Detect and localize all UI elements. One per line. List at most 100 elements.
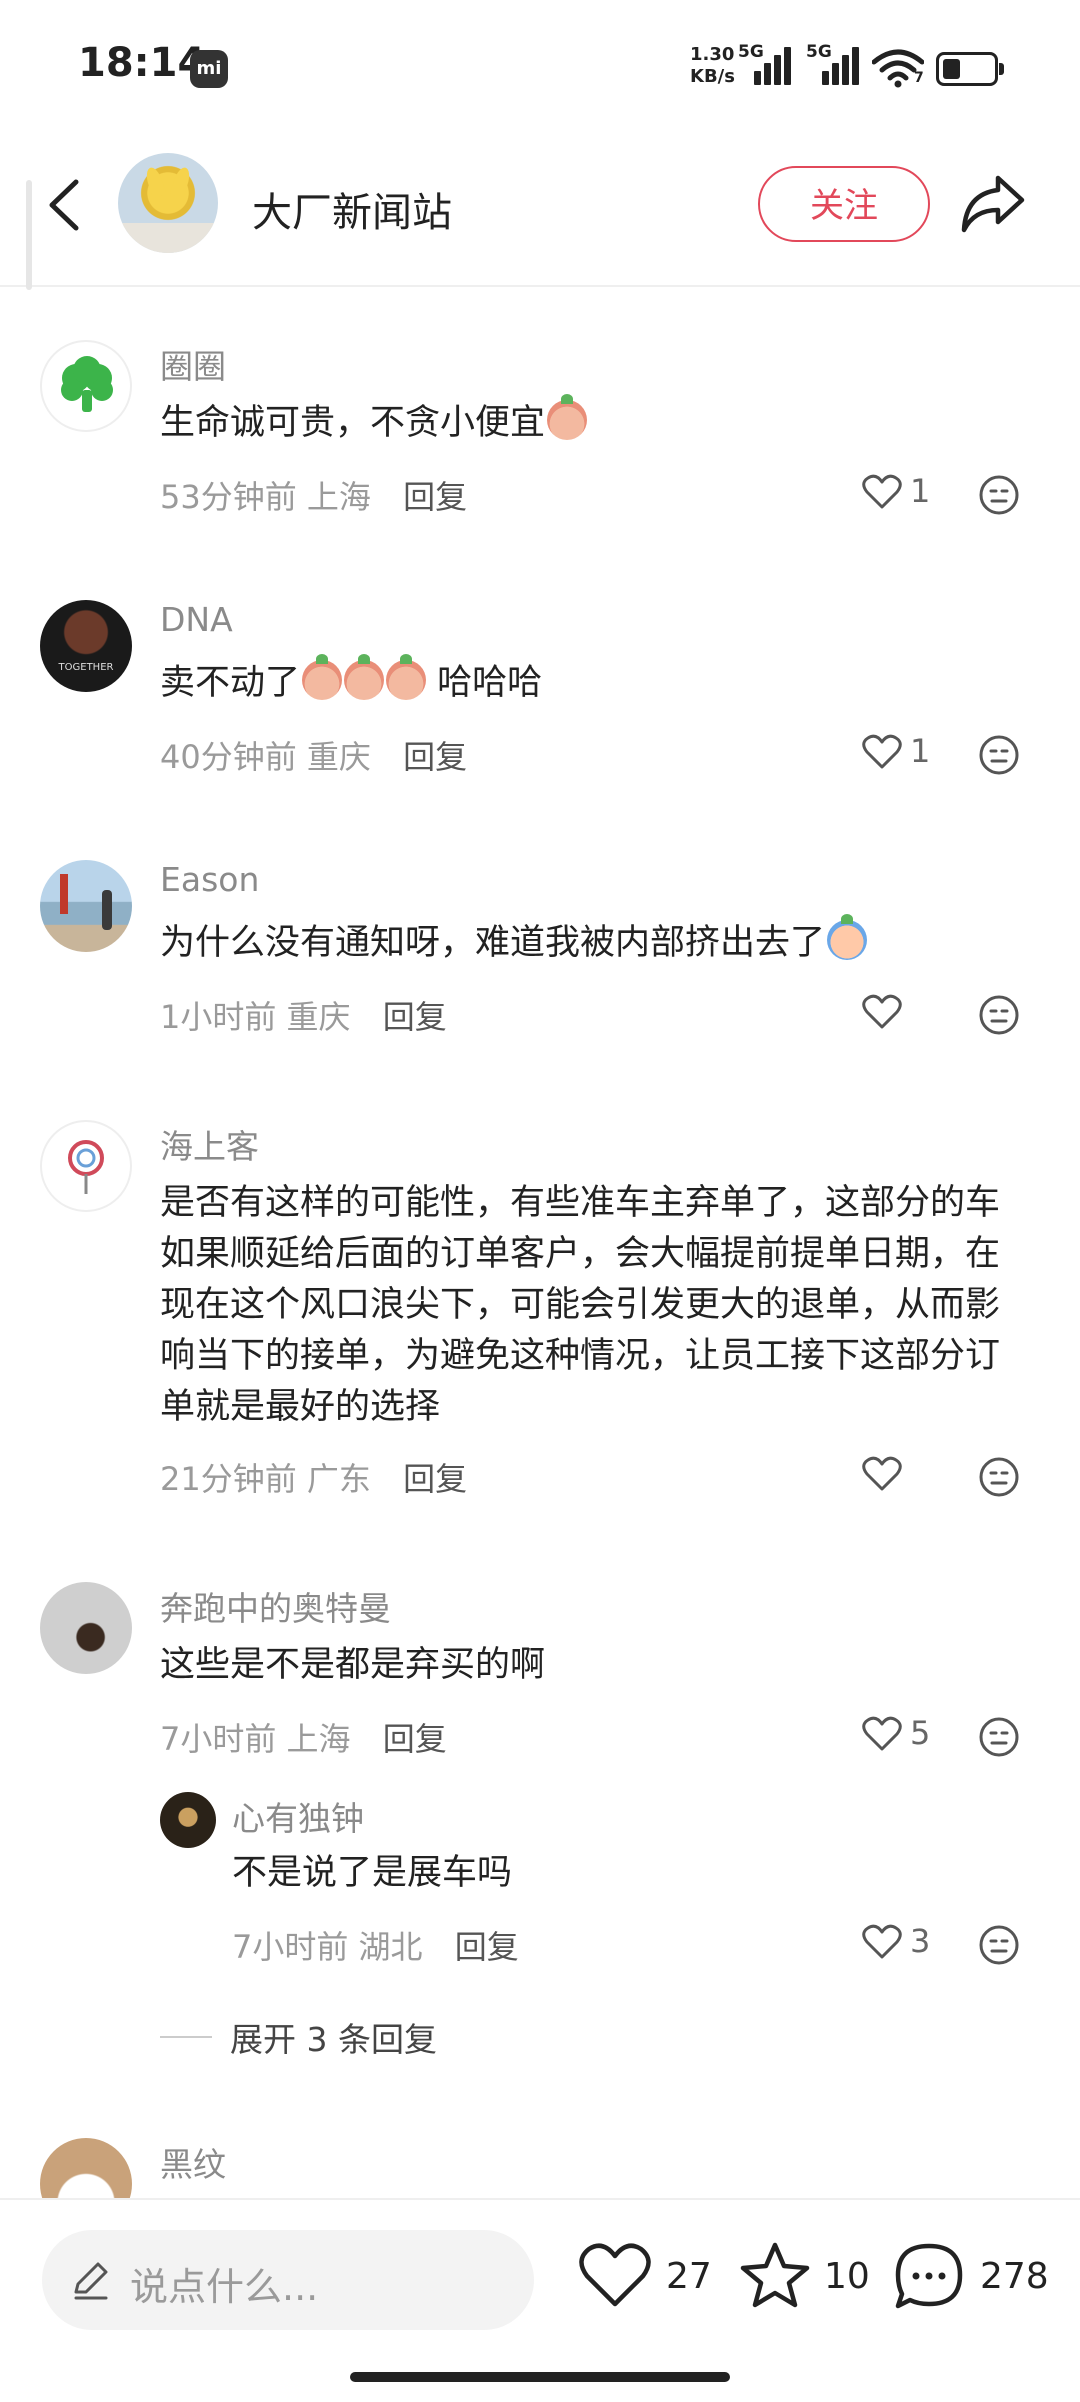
bottom-action-bar: 说点什么... 27 10 278 bbox=[0, 2198, 1080, 2402]
sub-reply-username[interactable]: 心有独钟 bbox=[232, 1792, 364, 1840]
comment-location: 上海 bbox=[286, 1720, 351, 1758]
sub-reply-text: 不是说了是展车吗 bbox=[232, 1853, 513, 1893]
comment-text: 卖不动了 哈哈哈 bbox=[160, 654, 1020, 709]
wifi-version-label: 7 bbox=[914, 70, 924, 86]
comment-username[interactable]: DNA bbox=[160, 600, 233, 639]
peach-emoji-icon bbox=[547, 394, 588, 440]
chat-bubble-icon bbox=[895, 2243, 963, 2309]
comment-post-count: 278 bbox=[980, 2256, 1049, 2297]
heart-icon bbox=[862, 1716, 902, 1751]
comment-time: 7小时前 bbox=[160, 1720, 277, 1758]
comment-username[interactable]: 海上客 bbox=[160, 1120, 259, 1168]
sub-reply-avatar[interactable] bbox=[160, 1792, 216, 1848]
heart-icon bbox=[862, 994, 902, 1029]
comment-text: 生命诚可贵，不贪小便宜 bbox=[160, 394, 1020, 449]
network-speed-value: 1.30 bbox=[690, 44, 735, 65]
post-header: 大厂新闻站 关注 bbox=[0, 140, 1080, 287]
comment-meta: 7小时前 上海 回复 bbox=[160, 1714, 447, 1760]
status-bar: 18:14 mi 1.30 KB/s 5G 5G 7 bbox=[0, 0, 1080, 130]
comment-text: 这些是不是都是弃买的啊 bbox=[160, 1645, 546, 1685]
like-count: 1 bbox=[910, 732, 931, 770]
heart-icon bbox=[862, 474, 902, 509]
comment-text: 为什么没有通知呀，难道我被内部挤出去了 bbox=[160, 914, 1020, 969]
dislike-button[interactable] bbox=[978, 994, 1020, 1036]
share-icon bbox=[961, 175, 1025, 233]
comment-username[interactable]: 奔跑中的奥特曼 bbox=[160, 1582, 391, 1630]
commenter-avatar[interactable]: TOGETHER bbox=[40, 600, 132, 692]
comment-location: 重庆 bbox=[306, 738, 371, 776]
channel-name[interactable]: 大厂新闻站 bbox=[252, 180, 452, 238]
like-count: 1 bbox=[910, 472, 931, 510]
expand-divider bbox=[160, 2036, 212, 2038]
commenter-avatar[interactable] bbox=[40, 860, 132, 952]
like-post-button[interactable]: 27 bbox=[578, 2240, 712, 2320]
reply-button[interactable]: 回复 bbox=[403, 478, 467, 516]
reply-button[interactable]: 回复 bbox=[383, 998, 447, 1036]
comment-text-content: 为什么没有通知呀，难道我被内部挤出去了 bbox=[160, 923, 826, 963]
share-button[interactable] bbox=[958, 172, 1028, 236]
comment-meta: 40分钟前 重庆 回复 bbox=[160, 732, 467, 778]
meh-face-icon bbox=[979, 995, 1019, 1035]
heart-icon bbox=[862, 1456, 902, 1491]
network-speed: 1.30 KB/s bbox=[690, 44, 735, 88]
favorite-post-button[interactable]: 10 bbox=[738, 2240, 870, 2320]
sim1-5g-label: 5G bbox=[738, 42, 764, 62]
meh-face-icon bbox=[979, 1457, 1019, 1497]
comment-meta: 53分钟前 上海 回复 bbox=[160, 472, 467, 518]
channel-avatar[interactable] bbox=[118, 153, 218, 253]
sub-reply-meta: 7小时前 湖北 回复 bbox=[232, 1922, 519, 1968]
comment-input[interactable]: 说点什么... bbox=[42, 2230, 534, 2330]
comment-text-content: 卖不动了 bbox=[160, 663, 301, 703]
comment-time: 1小时前 bbox=[160, 998, 277, 1036]
dislike-button[interactable] bbox=[978, 1456, 1020, 1498]
wifi-icon: 7 bbox=[871, 48, 925, 88]
reply-button[interactable]: 回复 bbox=[455, 1928, 519, 1966]
peach-emoji-icon bbox=[302, 654, 343, 700]
comment-location: 上海 bbox=[306, 478, 371, 516]
meh-face-icon bbox=[979, 475, 1019, 515]
heart-icon bbox=[862, 1924, 902, 1959]
dislike-button[interactable] bbox=[978, 474, 1020, 516]
dislike-button[interactable] bbox=[978, 1924, 1020, 1966]
expand-replies-button[interactable]: 展开 3 条回复 bbox=[230, 2013, 437, 2061]
meh-face-icon bbox=[979, 1925, 1019, 1965]
battery-level bbox=[943, 59, 960, 79]
reply-button[interactable]: 回复 bbox=[403, 738, 467, 776]
comment-username[interactable]: 圈圈 bbox=[160, 340, 226, 388]
reply-button[interactable]: 回复 bbox=[383, 1720, 447, 1758]
commenter-avatar[interactable] bbox=[40, 1582, 132, 1674]
network-speed-unit: KB/s bbox=[690, 66, 735, 87]
reply-button[interactable]: 回复 bbox=[403, 1460, 467, 1498]
dislike-button[interactable] bbox=[978, 1716, 1020, 1758]
lollipop-avatar-icon bbox=[68, 1140, 104, 1194]
comment-post-button[interactable]: 278 bbox=[892, 2240, 1052, 2320]
broccoli-avatar-icon bbox=[61, 356, 113, 412]
comment-username[interactable]: 黑纹 bbox=[160, 2138, 226, 2186]
comment-time: 40分钟前 bbox=[160, 738, 297, 776]
back-button[interactable] bbox=[40, 170, 90, 240]
heart-icon bbox=[579, 2243, 651, 2307]
comment-time: 53分钟前 bbox=[160, 478, 297, 516]
meh-face-icon bbox=[979, 1717, 1019, 1757]
comment-text-content: 哈哈哈 bbox=[437, 663, 543, 703]
home-indicator[interactable] bbox=[350, 2372, 730, 2382]
comment-time: 21分钟前 bbox=[160, 1460, 297, 1498]
dislike-button[interactable] bbox=[978, 734, 1020, 776]
comment-input-placeholder: 说点什么... bbox=[130, 2265, 319, 2309]
heart-icon bbox=[862, 734, 902, 769]
crying-emoji-icon bbox=[827, 914, 868, 960]
comment-meta: 1小时前 重庆 回复 bbox=[160, 992, 447, 1038]
status-time: 18:14 bbox=[78, 40, 206, 86]
mi-notification-icon: mi bbox=[190, 50, 228, 88]
follow-button[interactable]: 关注 bbox=[758, 166, 930, 242]
peach-emoji-icon bbox=[344, 654, 385, 700]
comment-username[interactable]: Eason bbox=[160, 860, 259, 899]
pencil-icon bbox=[74, 2262, 108, 2300]
peach-emoji-icon bbox=[386, 654, 427, 700]
battery-icon bbox=[936, 52, 1004, 86]
comment-location: 重庆 bbox=[286, 998, 351, 1036]
comment-text-content: 生命诚可贵，不贪小便宜 bbox=[160, 403, 546, 443]
commenter-avatar[interactable] bbox=[40, 340, 132, 432]
comment-meta: 21分钟前 广东 回复 bbox=[160, 1454, 467, 1500]
commenter-avatar[interactable] bbox=[40, 1120, 132, 1212]
